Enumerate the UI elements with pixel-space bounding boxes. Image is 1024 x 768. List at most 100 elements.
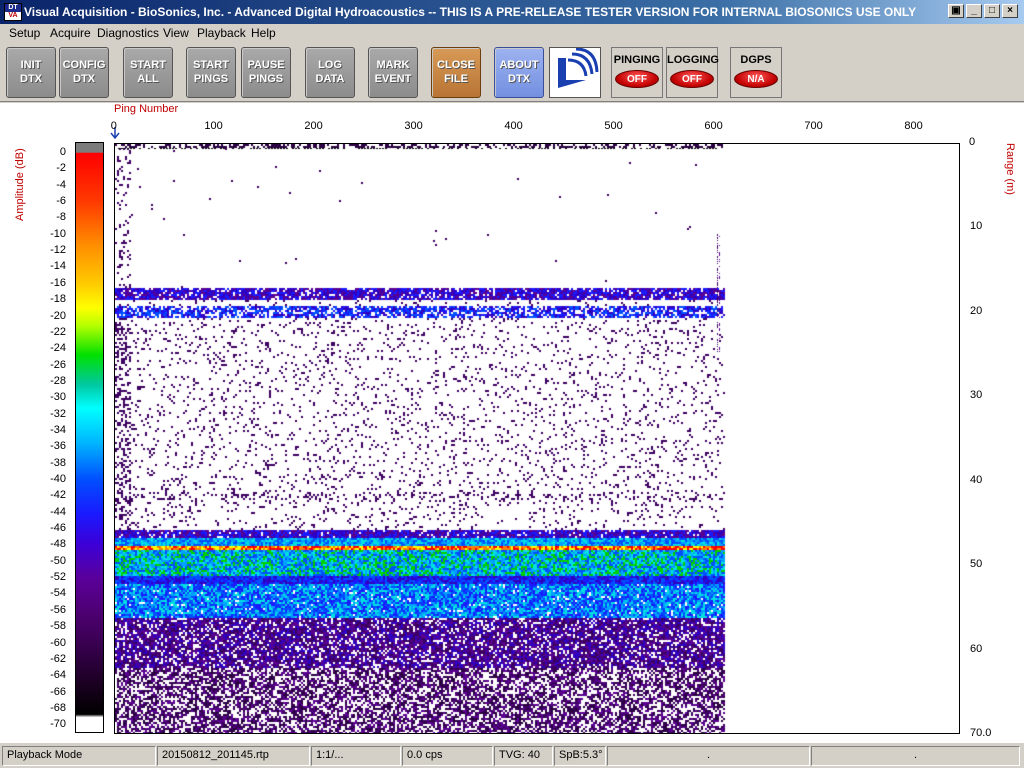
x-tick-label: 200: [304, 120, 323, 132]
amplitude-tick-label: -46: [50, 522, 66, 535]
range-tick-label: 70.0: [970, 727, 992, 739]
dgps-state: N/A: [734, 70, 778, 88]
status-bar: Playback Mode 20150812_201145.rtp 1:1/..…: [0, 744, 1024, 768]
amplitude-tick-label: -38: [50, 456, 66, 469]
log-data-button[interactable]: LOG DATA: [305, 47, 355, 98]
amplitude-tick-label: -58: [50, 620, 66, 633]
amplitude-tick-label: -14: [50, 260, 66, 273]
x-tick-label: 800: [904, 120, 923, 132]
amplitude-axis-label: Amplitude (dB): [14, 148, 26, 221]
biosonics-logo-icon: [558, 47, 599, 88]
menu-setup[interactable]: Setup: [9, 26, 40, 40]
start-all-button[interactable]: START ALL: [123, 47, 173, 98]
pinging-indicator: PINGING OFF: [611, 47, 663, 98]
app-icon-top: DT: [5, 4, 21, 12]
menu-view[interactable]: View: [163, 26, 189, 40]
x-tick-label: 100: [204, 120, 223, 132]
mark-event-button[interactable]: MARK EVENT: [368, 47, 418, 98]
range-tick-label: 40: [970, 473, 983, 486]
init-dtx-button[interactable]: INIT DTX: [6, 47, 56, 98]
status-mode: Playback Mode: [2, 746, 156, 766]
range-tick-label: 30: [970, 389, 983, 402]
x-tick-label: 0: [110, 120, 117, 132]
title-bar: DT VA Visual Acquisition - BioSonics, In…: [0, 0, 1024, 24]
x-tick-label: 500: [604, 120, 623, 132]
status-file: 20150812_201145.rtp: [157, 746, 310, 766]
biosonics-logo-button[interactable]: [549, 47, 601, 98]
menu-help[interactable]: Help: [251, 26, 276, 40]
amplitude-tick-label: -16: [50, 276, 66, 289]
logging-label: LOGGING: [667, 54, 719, 66]
pause-pings-button[interactable]: PAUSE PINGS: [241, 47, 291, 98]
menu-diagnostics[interactable]: Diagnostics: [97, 26, 159, 40]
menu-bar: Setup Acquire Diagnostics View Playback …: [0, 24, 1024, 42]
amplitude-tick-label: -20: [50, 309, 66, 322]
x-tick-label: 300: [404, 120, 423, 132]
amplitude-tick-label: -56: [50, 603, 66, 616]
range-tick-label: 0: [969, 136, 976, 148]
amplitude-tick-label: -24: [50, 342, 66, 355]
maximize-button[interactable]: □: [984, 4, 1000, 18]
amplitude-tick-label: -36: [50, 440, 66, 453]
amplitude-tick-label: -22: [50, 325, 66, 338]
restore-button[interactable]: ▣: [948, 4, 964, 18]
amplitude-tick-label: -60: [50, 636, 66, 649]
x-tick-label: 400: [504, 120, 523, 132]
amplitude-tick-label: -18: [50, 293, 66, 306]
status-rate: 0.0 cps: [402, 746, 493, 766]
range-axis-label: Range (m): [1004, 143, 1016, 195]
status-tvg: TVG: 40: [494, 746, 553, 766]
dgps-indicator: DGPS N/A: [730, 47, 782, 98]
range-tick-label: 10: [970, 220, 983, 233]
app-icon: DT VA: [4, 3, 22, 21]
amplitude-tick-label: -34: [50, 423, 66, 436]
amplitude-tick-label: -64: [50, 669, 66, 682]
amplitude-tick-label: -2: [56, 162, 66, 175]
start-pings-button[interactable]: START PINGS: [186, 47, 236, 98]
logging-indicator: LOGGING OFF: [666, 47, 719, 98]
x-tick-label: 600: [704, 120, 723, 132]
about-dtx-button[interactable]: ABOUT DTX: [494, 47, 544, 98]
status-spb: SpB:5.3°: [554, 746, 606, 766]
status-ratio: 1:1/...: [311, 746, 401, 766]
amplitude-tick-label: -32: [50, 407, 66, 420]
dgps-label: DGPS: [740, 54, 772, 66]
close-file-button[interactable]: CLOSE FILE: [431, 47, 481, 98]
range-tick-label: 20: [970, 304, 983, 317]
amplitude-tick-label: -4: [56, 178, 66, 191]
range-tick-label: 50: [970, 558, 983, 571]
pinging-label: PINGING: [613, 54, 661, 66]
amplitude-tick-label: -66: [50, 685, 66, 698]
amplitude-tick-label: -68: [50, 701, 66, 714]
plot-area: Ping Number 0 100 200 300 400 500 600 700 800 Am…: [0, 103, 1024, 743]
x-axis-label: Ping Number: [114, 103, 179, 115]
amplitude-tick-label: -48: [50, 538, 66, 551]
logging-state: OFF: [670, 70, 714, 88]
amplitude-tick-label: 0: [59, 146, 66, 158]
amplitude-tick-label: -44: [50, 505, 66, 518]
status-cell-8: .: [811, 746, 1020, 766]
amplitude-tick-label: -70: [50, 718, 66, 731]
range-tick-label: 60: [970, 642, 983, 655]
toolbar: INIT DTX CONFIG DTX START ALL START PING…: [0, 42, 1024, 102]
minimize-button[interactable]: _: [966, 4, 982, 18]
menu-acquire[interactable]: Acquire: [50, 26, 91, 40]
amplitude-tick-label: -52: [50, 571, 66, 584]
amplitude-colorbar: [75, 142, 104, 733]
amplitude-tick-label: -6: [56, 195, 66, 208]
echogram-display[interactable]: [114, 143, 960, 734]
amplitude-tick-label: -54: [50, 587, 66, 600]
close-window-button[interactable]: ×: [1002, 4, 1018, 18]
echogram-canvas[interactable]: [115, 144, 959, 733]
amplitude-tick-label: -26: [50, 358, 66, 371]
menu-playback[interactable]: Playback: [197, 26, 246, 40]
status-cell-7: .: [607, 746, 810, 766]
x-tick-label: 700: [804, 120, 823, 132]
amplitude-tick-label: -12: [50, 244, 66, 257]
amplitude-tick-label: -42: [50, 489, 66, 502]
config-dtx-button[interactable]: CONFIG DTX: [59, 47, 109, 98]
amplitude-tick-label: -30: [50, 391, 66, 404]
pinging-state: OFF: [615, 70, 659, 88]
amplitude-tick-label: -40: [50, 473, 66, 485]
amplitude-tick-label: -10: [50, 227, 66, 240]
